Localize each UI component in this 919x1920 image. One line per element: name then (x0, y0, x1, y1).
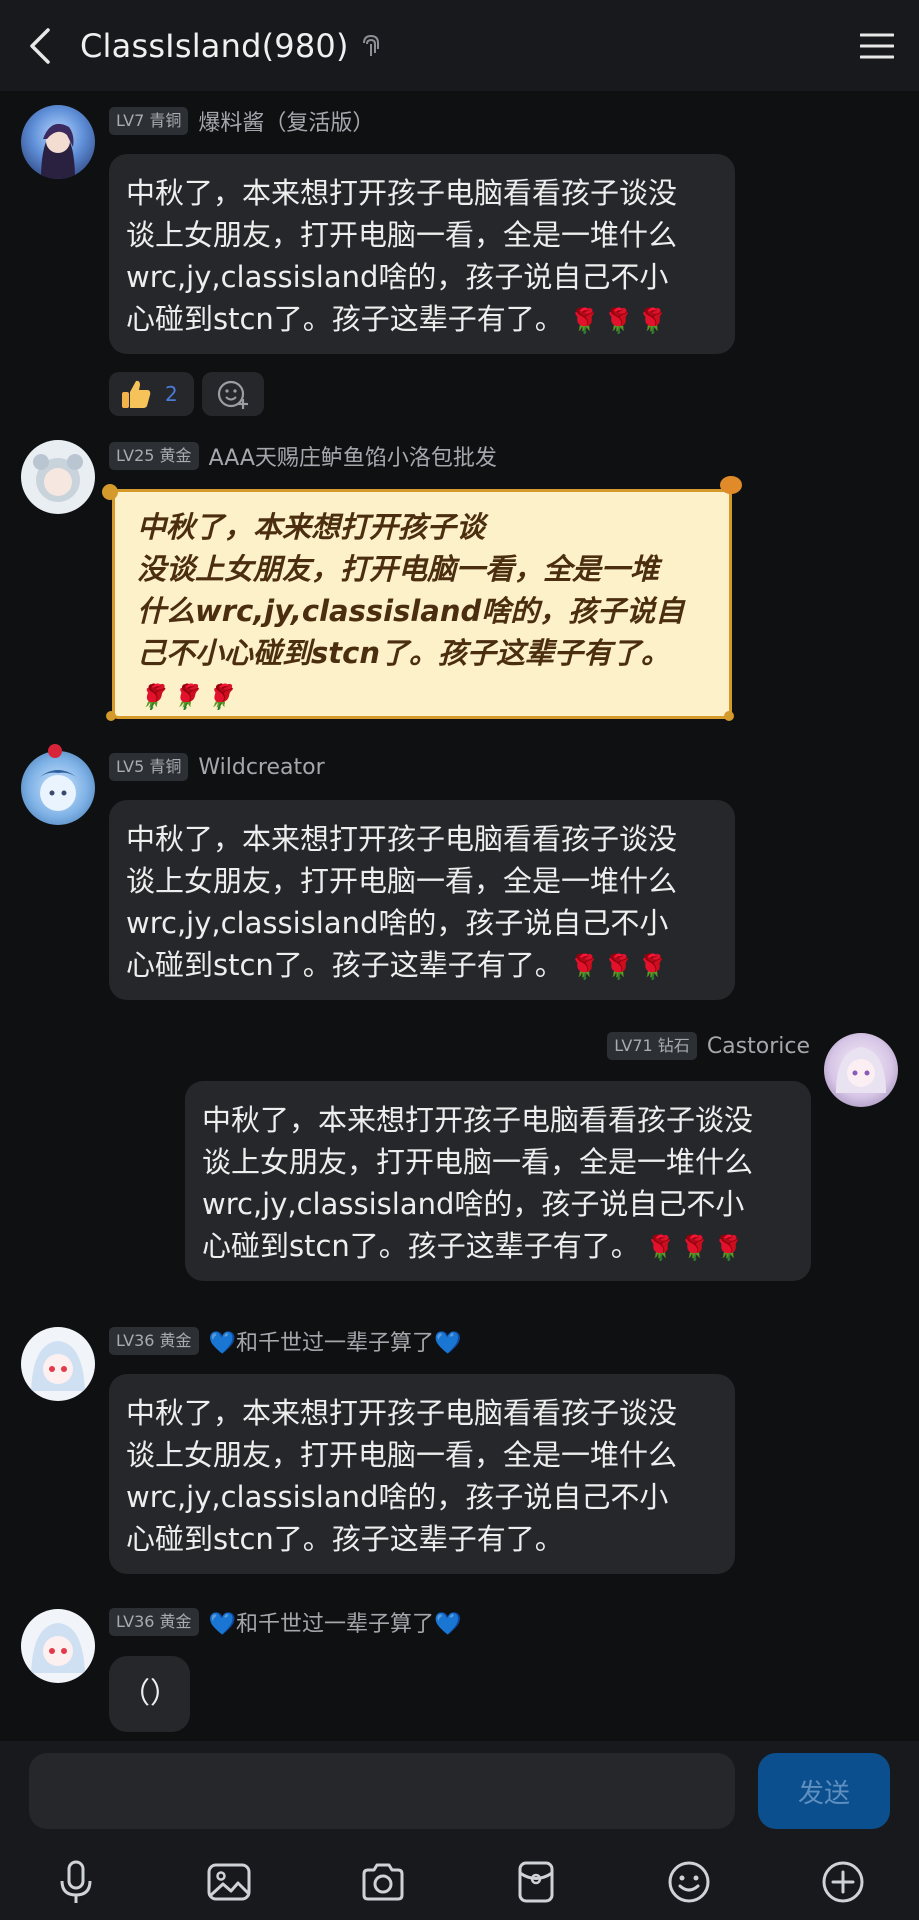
sender-name[interactable]: 💙和千世过一辈子算了💙 (209, 1325, 462, 1357)
level-badge: LV36 黄金 (109, 1327, 199, 1355)
sender-name[interactable]: AAA天赐庄鲈鱼馅小洛包批发 (209, 440, 497, 472)
message-text: 中秋了，本来想打开孩子谈 没谈上女朋友，打开电脑一看，全是一堆 什么wrc,jy… (137, 510, 685, 670)
message-bubble[interactable]: 中秋了，本来想打开孩子电脑看看孩子谈没 谈上女朋友，打开电脑一看，全是一堆什么 … (185, 1081, 811, 1281)
red-packet-button[interactable] (511, 1857, 561, 1907)
bubble-corner-decoration (106, 711, 116, 721)
microphone-icon (60, 1860, 92, 1903)
sender-name[interactable]: Castorice (707, 1034, 810, 1059)
fancy-message-bubble[interactable]: 中秋了，本来想打开孩子谈 没谈上女朋友，打开电脑一看，全是一堆 什么wrc,jy… (112, 489, 732, 719)
rose-emoji: 🌹🌹🌹 (645, 1234, 748, 1262)
hamburger-menu-icon (860, 33, 894, 59)
avatar[interactable] (21, 105, 95, 179)
sender-meta: LV5 青铜 Wildcreator (109, 752, 325, 782)
send-button[interactable]: 发送 (758, 1753, 890, 1829)
red-packet-icon (518, 1861, 554, 1903)
rose-emoji: 🌹🌹🌹 (137, 683, 239, 711)
reaction-count: 2 (165, 382, 178, 406)
image-button[interactable] (204, 1857, 254, 1907)
sender-meta: LV36 黄金 💙和千世过一辈子算了💙 (109, 1326, 461, 1356)
avatar[interactable] (21, 751, 95, 825)
emoji-icon (668, 1861, 710, 1903)
sender-meta: LV36 黄金 💙和千世过一辈子算了💙 (109, 1607, 461, 1637)
add-emoji-icon (217, 380, 248, 409)
avatar[interactable] (21, 1609, 95, 1683)
input-area: 发送 (0, 1741, 919, 1920)
sender-name[interactable]: 爆料酱（复活版） (198, 105, 374, 137)
level-badge: LV36 黄金 (109, 1608, 199, 1636)
plus-icon (822, 1861, 864, 1903)
bubble-corner-decoration (724, 711, 734, 721)
message-text: 中秋了，本来想打开孩子电脑看看孩子谈没 谈上女朋友，打开电脑一看，全是一堆什么 … (126, 1396, 678, 1556)
fingerprint-icon (361, 33, 381, 59)
level-badge: LV25 黄金 (109, 442, 199, 470)
image-icon (207, 1863, 251, 1901)
level-badge: LV5 青铜 (109, 753, 189, 781)
thumbs-up-reaction[interactable]: 2 (109, 372, 194, 416)
avatar[interactable] (824, 1033, 898, 1107)
avatar[interactable] (21, 1327, 95, 1401)
level-badge: LV7 青铜 (109, 107, 189, 135)
chevron-left-icon (30, 27, 50, 64)
message-input[interactable] (29, 1753, 735, 1829)
sender-name[interactable]: Wildcreator (198, 755, 324, 780)
avatar-decoration (48, 744, 62, 758)
sender-name[interactable]: 💙和千世过一辈子算了💙 (209, 1606, 462, 1638)
rose-emoji: 🌹🌹🌹 (569, 307, 672, 335)
chat-header: ClassIsland(980) (0, 0, 919, 91)
message-bubble[interactable]: 中秋了，本来想打开孩子电脑看看孩子谈没 谈上女朋友，打开电脑一看，全是一堆什么 … (109, 800, 735, 1000)
rose-emoji: 🌹🌹🌹 (569, 953, 672, 981)
message-bubble[interactable]: （） (109, 1656, 190, 1732)
input-toolbar (0, 1849, 919, 1915)
add-reaction-button[interactable] (201, 372, 264, 416)
thumbs-up-icon (122, 380, 151, 408)
camera-icon (362, 1863, 404, 1901)
emoji-button[interactable] (664, 1857, 714, 1907)
sender-meta: LV71 钻石 Castorice (607, 1031, 810, 1061)
voice-button[interactable] (51, 1857, 101, 1907)
sender-meta: LV25 黄金 AAA天赐庄鲈鱼馅小洛包批发 (109, 441, 497, 471)
level-badge: LV71 钻石 (607, 1032, 697, 1060)
avatar[interactable] (21, 440, 95, 514)
reaction-bar: 2 (109, 372, 264, 416)
chat-title: ClassIsland(980) (80, 26, 349, 65)
bubble-corner-decoration (720, 476, 742, 494)
back-button[interactable] (0, 0, 80, 91)
menu-button[interactable] (857, 26, 897, 66)
chat-list[interactable]: LV7 青铜 爆料酱（复活版） 中秋了，本来想打开孩子电脑看看孩子谈没 谈上女朋… (0, 91, 919, 1741)
sender-meta: LV7 青铜 爆料酱（复活版） (109, 106, 374, 136)
message-bubble[interactable]: 中秋了，本来想打开孩子电脑看看孩子谈没 谈上女朋友，打开电脑一看，全是一堆什么 … (109, 1374, 735, 1574)
message-bubble[interactable]: 中秋了，本来想打开孩子电脑看看孩子谈没 谈上女朋友，打开电脑一看，全是一堆什么 … (109, 154, 735, 354)
camera-button[interactable] (358, 1857, 408, 1907)
bubble-corner-decoration (102, 484, 118, 500)
more-button[interactable] (818, 1857, 868, 1907)
message-text: （） (121, 1676, 180, 1710)
